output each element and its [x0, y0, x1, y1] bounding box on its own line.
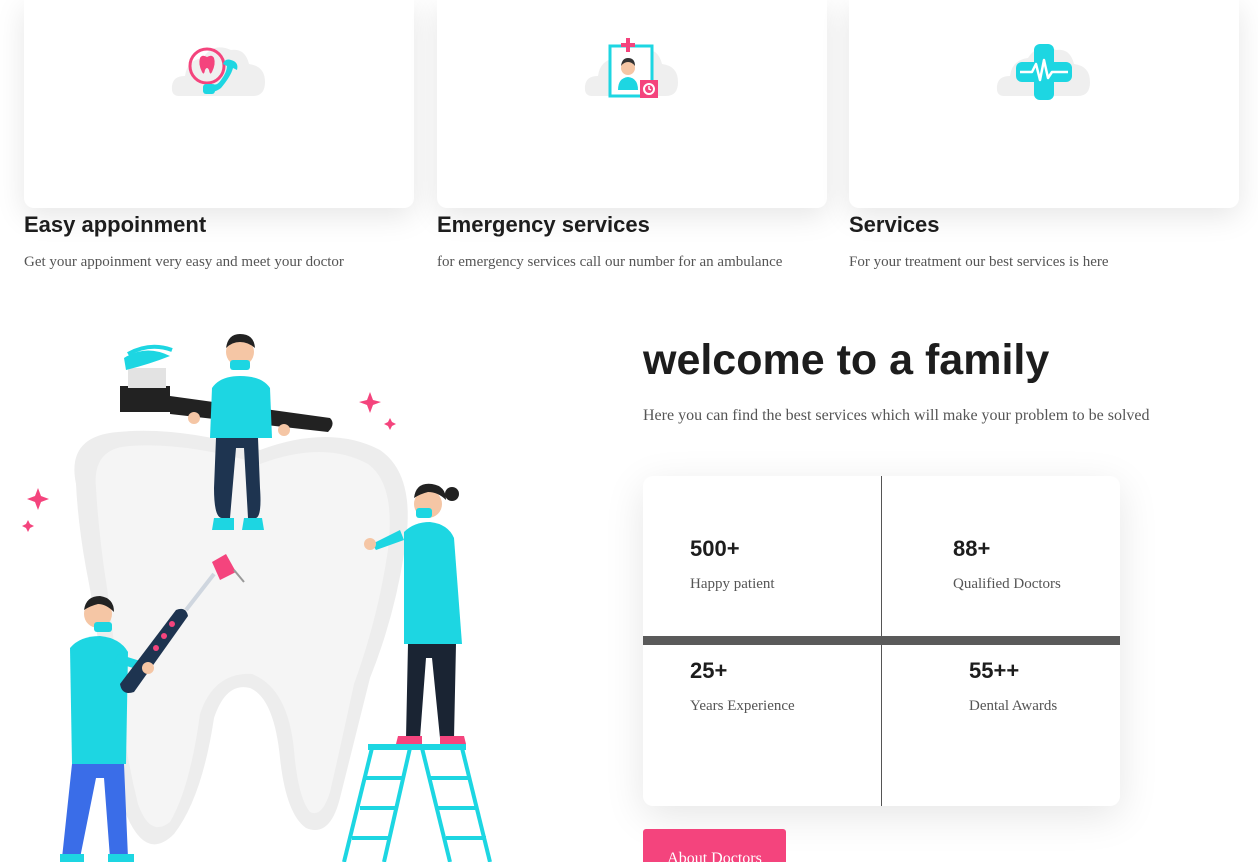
- stat-label: Dental Awards: [969, 698, 1058, 714]
- stats-divider-horizontal: [643, 636, 1120, 645]
- stat-value: 25+: [690, 658, 728, 683]
- stat-value: 500+: [690, 536, 740, 561]
- stat-value: 55++: [969, 658, 1020, 683]
- stat-value: 88+: [953, 536, 991, 561]
- service-easy-appointment: Easy appoinment Get your appoinment very…: [24, 0, 414, 270]
- service-card[interactable]: [849, 0, 1239, 208]
- about-doctors-button[interactable]: About Doctors: [643, 829, 786, 862]
- stat-years-experience: 25+ Years Experience: [690, 658, 795, 715]
- phone-tooth-icon: [171, 47, 265, 96]
- service-emergency: Emergency services for emergency service…: [437, 0, 827, 270]
- service-services: Services For your treatment our best ser…: [849, 0, 1239, 270]
- service-description: for emergency services call our number f…: [437, 254, 783, 270]
- service-description: For your treatment our best services is …: [849, 254, 1109, 270]
- service-title: Emergency services: [437, 212, 650, 237]
- stat-dental-awards: 55++ Dental Awards: [969, 658, 1057, 715]
- medical-cross-pulse-icon: [996, 44, 1090, 100]
- stat-label: Happy patient: [690, 576, 775, 592]
- welcome-title: welcome to a family: [643, 336, 1050, 384]
- stat-label: Qualified Doctors: [953, 576, 1061, 592]
- stat-happy-patient: 500+ Happy patient: [690, 536, 775, 593]
- welcome-subtitle: Here you can find the best services whic…: [643, 407, 1150, 424]
- service-card[interactable]: [24, 0, 414, 208]
- dentists-tooth-illustration: [22, 334, 492, 862]
- services-section: Easy appoinment Get your appoinment very…: [0, 0, 1258, 300]
- service-title: Services: [849, 212, 940, 237]
- stat-qualified-doctors: 88+ Qualified Doctors: [953, 536, 1061, 593]
- doctor-clock-icon: [584, 38, 678, 98]
- service-title: Easy appoinment: [24, 212, 207, 237]
- stat-label: Years Experience: [690, 698, 795, 714]
- stats-panel: 500+ Happy patient 88+ Qualified Doctors…: [643, 476, 1120, 806]
- service-description: Get your appoinment very easy and meet y…: [24, 254, 344, 270]
- service-card[interactable]: [437, 0, 827, 208]
